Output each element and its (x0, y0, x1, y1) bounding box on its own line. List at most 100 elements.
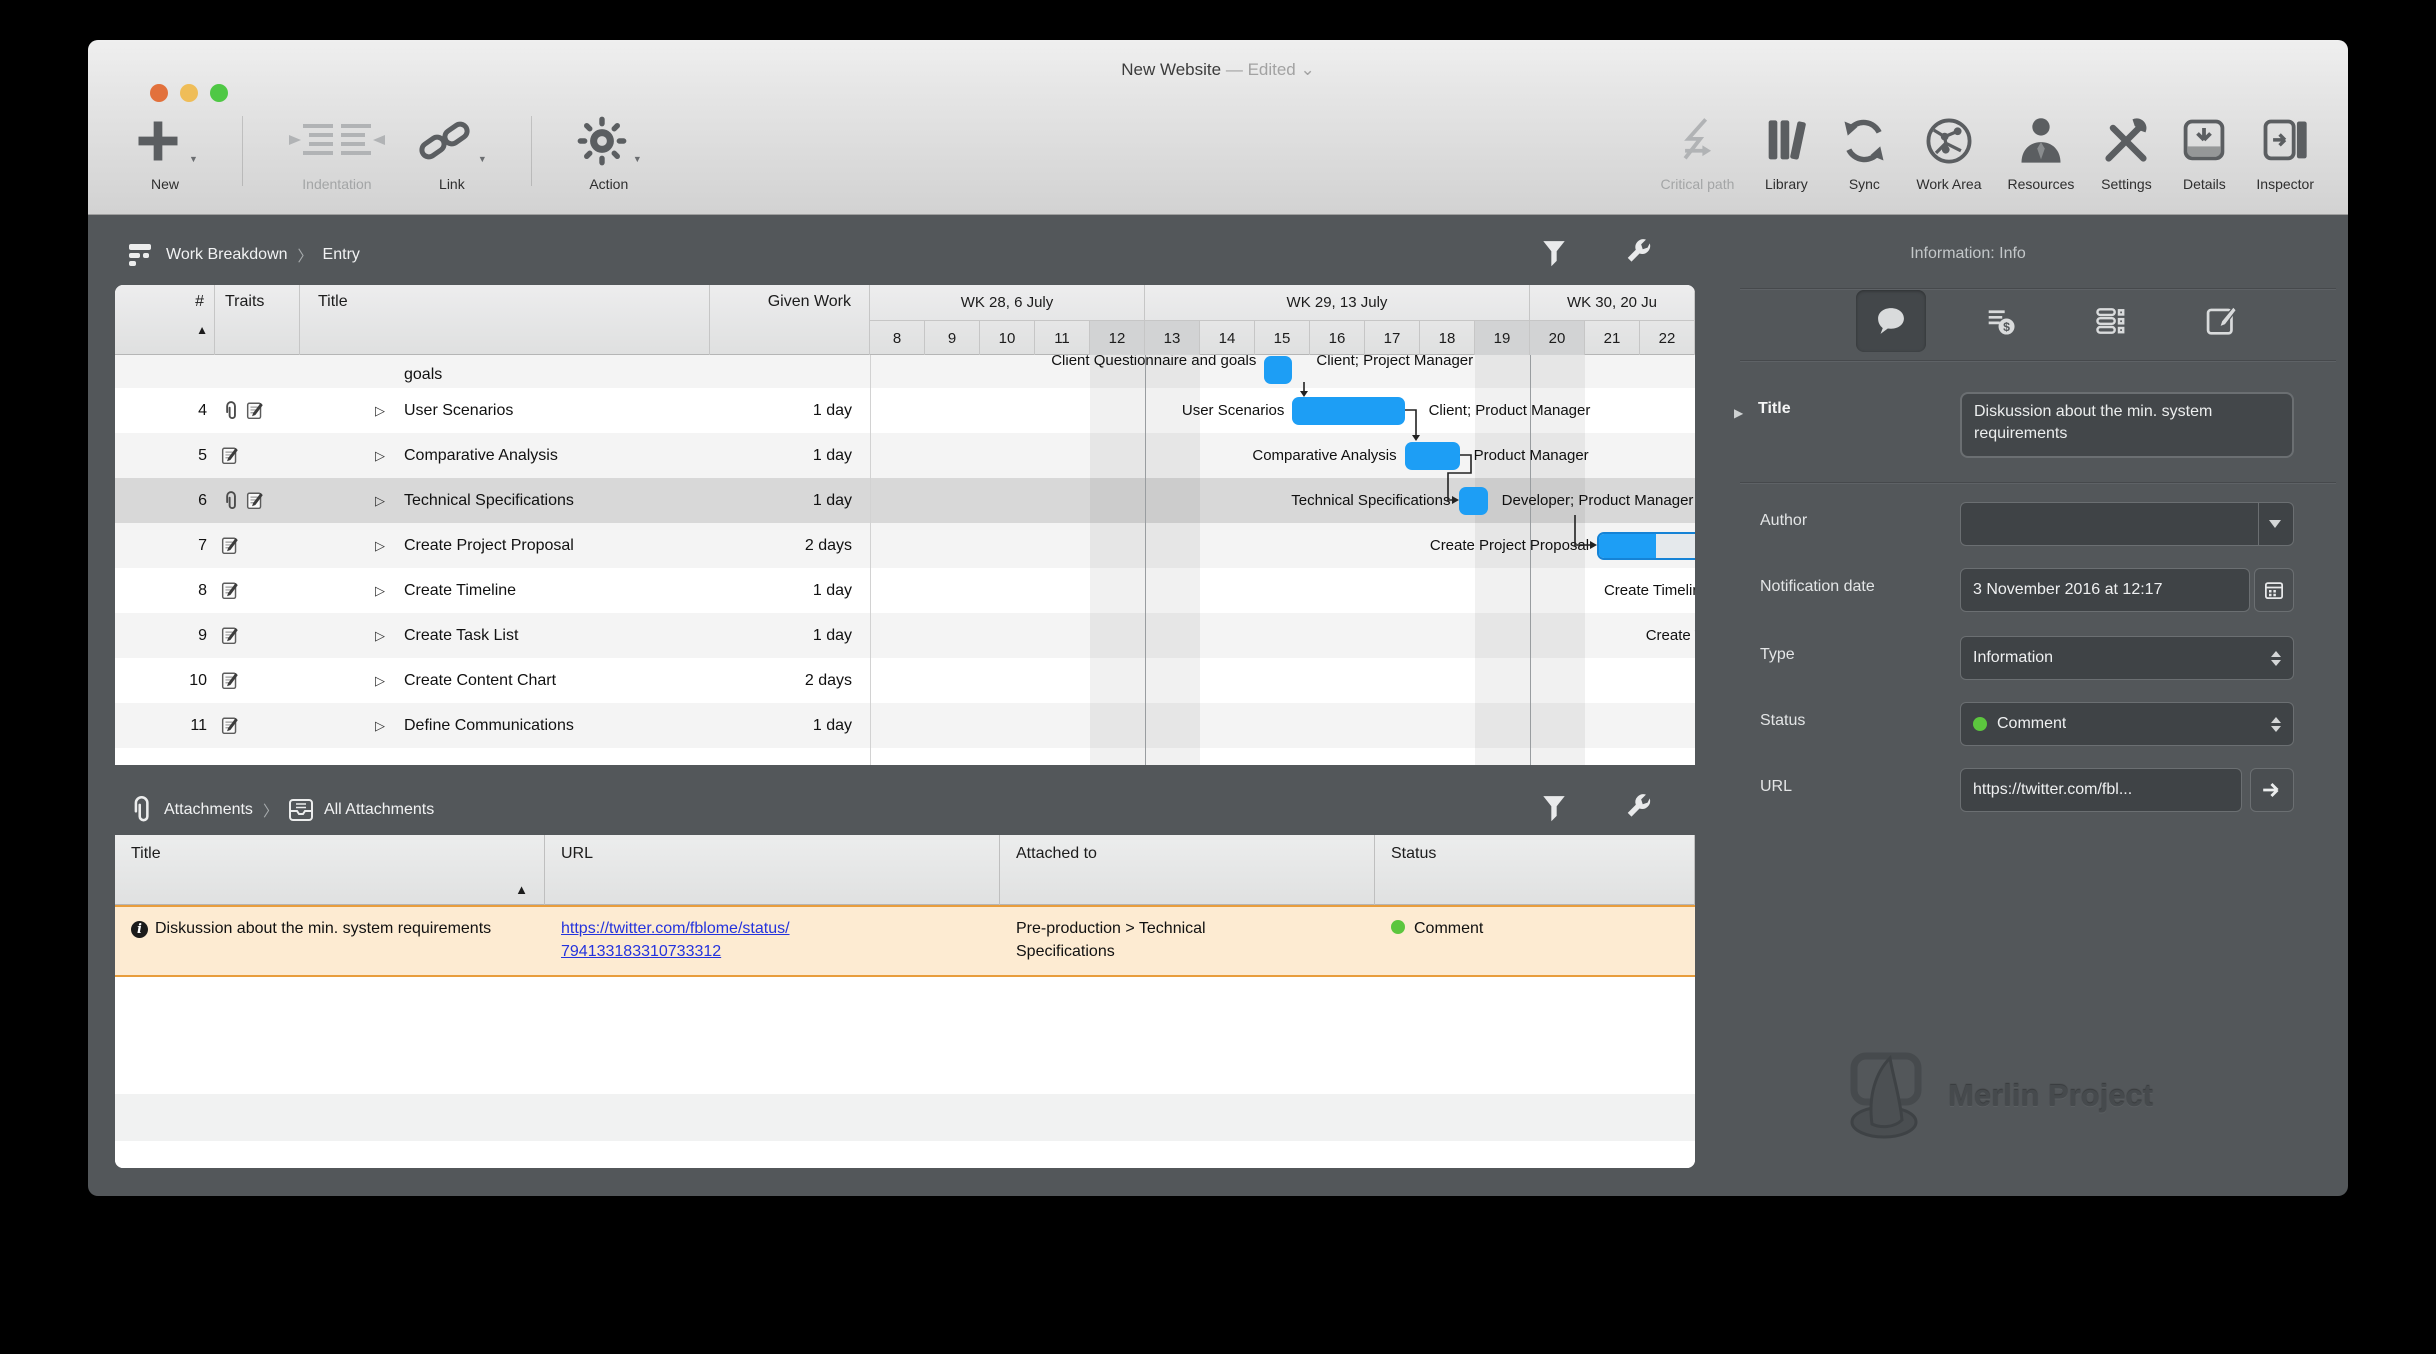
field-url[interactable]: https://twitter.com/fbl... (1960, 768, 2242, 812)
inspector-tab-fields[interactable] (2076, 290, 2146, 352)
inspector-button[interactable]: Inspector (2256, 110, 2314, 192)
expand-triangle-icon[interactable]: ▷ (375, 583, 404, 599)
popup-arrows-icon[interactable] (2271, 651, 2281, 666)
task-given-work: 1 day (710, 703, 852, 748)
task-given-work: 1 day (710, 388, 852, 433)
task-number: 4 (115, 388, 207, 433)
wbs-settings-wrench-icon[interactable] (1624, 238, 1650, 264)
field-value: 3 November 2016 at 12:17 (1973, 581, 2162, 599)
expand-triangle-icon[interactable]: ▷ (375, 493, 404, 509)
zoom-button[interactable] (210, 84, 228, 102)
note-icon[interactable] (246, 401, 265, 420)
sync-button[interactable]: Sync (1838, 110, 1890, 192)
expand-triangle-icon[interactable]: ▷ (375, 673, 404, 689)
dropdown-caret-icon[interactable]: ▼ (478, 154, 487, 172)
field-author[interactable] (1960, 502, 2294, 546)
note-icon[interactable] (221, 446, 240, 465)
details-button[interactable]: Details (2178, 110, 2230, 192)
task-title: ▷Create Task List (375, 613, 518, 658)
critical-path-icon (1671, 110, 1723, 172)
note-icon[interactable] (246, 491, 265, 510)
task-title: ▷Create Project Proposal (375, 523, 574, 568)
attachments-settings-wrench-icon[interactable] (1624, 793, 1650, 819)
column-header-given-work[interactable]: Given Work (710, 285, 870, 355)
dropdown-caret-icon[interactable]: ▼ (633, 154, 642, 172)
open-url-button[interactable] (2250, 768, 2294, 812)
plus-icon: ▼ (132, 110, 198, 172)
attachment-icon[interactable] (221, 401, 240, 421)
attachments-column-header-attached-to[interactable]: Attached to (1000, 835, 1375, 905)
column-header-title[interactable]: Title (300, 285, 710, 355)
field-label-type: Type (1760, 646, 1795, 664)
expand-triangle-icon[interactable]: ▷ (375, 718, 404, 734)
attachment-row[interactable]: iDiskussion about the min. system requir… (115, 905, 1695, 977)
disclosure-triangle-icon[interactable]: ▶ (1734, 406, 1743, 420)
inspector-tab-cost[interactable]: $ (1966, 290, 2036, 352)
task-given-work: 1 day (710, 433, 852, 478)
library-button[interactable]: Library (1760, 110, 1812, 192)
indentation-label: Indentation (302, 176, 371, 192)
settings-button[interactable]: Settings (2100, 110, 2152, 192)
details-icon (2178, 110, 2230, 172)
task-traits (221, 658, 240, 703)
day-header-18: 18 (1420, 320, 1475, 355)
dropdown-caret-icon[interactable]: ▼ (189, 154, 198, 172)
resources-button[interactable]: Resources (2007, 110, 2074, 192)
gear-icon: ▼ (576, 110, 642, 172)
details-label: Details (2183, 176, 2226, 192)
field-type[interactable]: Information (1960, 636, 2294, 680)
expand-triangle-icon[interactable]: ▷ (375, 403, 404, 419)
combo-caret-icon[interactable] (2269, 520, 2281, 528)
attachments-column-header-title[interactable]: Title▲ (115, 835, 545, 905)
titlebar: New Website — Edited ⌄ (88, 40, 2348, 102)
breadcrumb-entry[interactable]: Entry (323, 246, 360, 264)
column-header-traits[interactable]: Traits (215, 285, 300, 355)
day-header-22: 22 (1640, 320, 1695, 355)
task-traits (221, 478, 265, 523)
expand-triangle-icon[interactable]: ▷ (375, 538, 404, 554)
inspector-tab-note[interactable] (2186, 290, 2256, 352)
wbs-filter-icon[interactable] (1540, 240, 1566, 266)
attachment-url-link[interactable]: 794133183310733312 (561, 940, 986, 963)
minimize-button[interactable] (180, 84, 198, 102)
field-notification-date[interactable]: 3 November 2016 at 12:17 (1960, 568, 2250, 612)
expand-triangle-icon[interactable]: ▷ (375, 628, 404, 644)
breadcrumb-attachments[interactable]: Attachments (164, 801, 253, 819)
attachment-icon[interactable] (221, 491, 240, 511)
new-button[interactable]: ▼New (132, 110, 198, 192)
expand-triangle-icon[interactable]: ▷ (375, 448, 404, 464)
toolbar-separator (531, 116, 532, 186)
attachments-breadcrumb: Attachments 〉 All Attachments (128, 785, 434, 835)
attachments-filter-icon[interactable] (1540, 795, 1566, 821)
close-button[interactable] (150, 84, 168, 102)
status-dot-icon (1391, 920, 1405, 934)
attachments-column-header-status[interactable]: Status (1375, 835, 1695, 905)
task-title-text: Define Communications (404, 717, 574, 735)
wbs-table-rows: goals4▷User Scenarios1 day5▷Comparative … (115, 355, 1695, 765)
breadcrumb-work-breakdown[interactable]: Work Breakdown (166, 246, 288, 264)
link-button[interactable]: ▼Link (417, 110, 487, 192)
attachments-column-header-url[interactable]: URL (545, 835, 1000, 905)
task-title: ▷Comparative Analysis (375, 433, 558, 478)
note-icon[interactable] (221, 536, 240, 555)
breadcrumb-all-attachments[interactable]: All Attachments (324, 801, 434, 819)
field-status[interactable]: Comment (1960, 702, 2294, 746)
work-area-button[interactable]: Work Area (1916, 110, 1981, 192)
note-icon[interactable] (221, 626, 240, 645)
attachment-url-link[interactable]: https://twitter.com/fblome/status/ (561, 917, 986, 940)
title-field[interactable]: Diskussion about the min. system require… (1960, 392, 2294, 458)
gantt-left-border (870, 355, 871, 765)
note-icon[interactable] (221, 716, 240, 735)
action-button[interactable]: ▼Action (576, 110, 642, 192)
popup-arrows-icon[interactable] (2271, 717, 2281, 732)
note-icon[interactable] (221, 581, 240, 600)
note-icon[interactable] (221, 671, 240, 690)
inspector-tab-comment[interactable] (1856, 290, 1926, 352)
day-header-21: 21 (1585, 320, 1640, 355)
task-title: ▷User Scenarios (375, 388, 513, 433)
column-header-num[interactable]: #▲ (115, 285, 215, 355)
field-label-author: Author (1760, 512, 1807, 530)
settings-label: Settings (2101, 176, 2152, 192)
library-icon (1760, 110, 1812, 172)
calendar-button[interactable] (2254, 568, 2294, 612)
